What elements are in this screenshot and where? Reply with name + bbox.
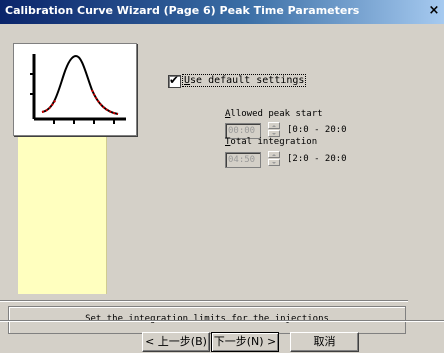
wizard-body: ✔ Use default settings Allowed peak star… bbox=[0, 24, 444, 353]
status-text: Set the integration limits for the injec… bbox=[85, 314, 329, 324]
label-rest: otal integration bbox=[230, 137, 318, 147]
label-rest: llowed peak start bbox=[230, 109, 323, 119]
label-rest: se default settings bbox=[190, 75, 305, 86]
allowed-peak-start-value: 00:00 bbox=[228, 126, 256, 136]
panel-divider bbox=[0, 300, 408, 302]
allowed-peak-start-spinner[interactable] bbox=[268, 122, 280, 138]
use-default-settings-checkbox[interactable]: ✔ bbox=[168, 73, 181, 88]
window-title: Calibration Curve Wizard (Page 6) Peak T… bbox=[5, 4, 360, 17]
next-button[interactable]: 下一步(N) > bbox=[211, 332, 279, 352]
spin-down-arrow-icon[interactable] bbox=[268, 130, 280, 137]
total-integration-input[interactable]: 04:50 bbox=[225, 152, 261, 168]
use-default-settings-label[interactable]: Use default settings bbox=[181, 74, 307, 87]
total-integration-spinner[interactable] bbox=[268, 151, 280, 167]
button-divider bbox=[0, 320, 444, 322]
title-bar[interactable]: Calibration Curve Wizard (Page 6) Peak T… bbox=[0, 0, 444, 24]
checkmark-icon: ✔ bbox=[169, 73, 180, 87]
spin-down-arrow-icon[interactable] bbox=[268, 159, 280, 166]
total-integration-label: Total integration bbox=[225, 137, 317, 147]
total-integration-value: 04:50 bbox=[228, 155, 256, 165]
back-button[interactable]: < 上一步(B) bbox=[142, 332, 210, 352]
total-integration-range: [2:0 - 20:0 bbox=[287, 154, 347, 164]
peak-graph-icon bbox=[13, 43, 137, 136]
allowed-peak-start-label: Allowed peak start bbox=[225, 109, 323, 119]
allowed-peak-start-range: [0:0 - 20:0 bbox=[287, 125, 347, 135]
spin-up-arrow-icon[interactable] bbox=[268, 151, 280, 158]
close-icon[interactable]: × bbox=[427, 4, 441, 18]
cancel-button[interactable]: 取消 bbox=[290, 332, 359, 352]
spin-up-arrow-icon[interactable] bbox=[268, 122, 280, 129]
